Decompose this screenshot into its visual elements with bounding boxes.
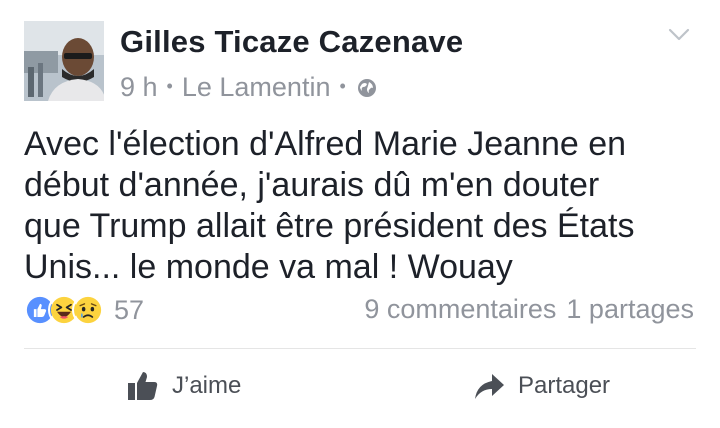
comments-count-link[interactable]: 9 commentaires [364,294,556,325]
meta-separator: • [339,76,346,96]
facebook-post: Gilles Ticaze Cazenave 9 h • Le Lamentin… [0,0,720,428]
reaction-count: 57 [114,294,145,325]
share-arrow-icon [475,374,504,399]
like-button[interactable]: J’aime [126,366,241,406]
sad-icon [72,294,104,326]
thumbs-up-icon [128,372,158,400]
engagement-counts: 9 commentaires 1 partages [364,294,694,325]
meta-separator: • [166,76,173,96]
post-meta: 9 h • Le Lamentin • [120,72,377,103]
post-location[interactable]: Le Lamentin [182,72,331,103]
like-label: J’aime [172,372,242,399]
avatar[interactable] [24,21,104,101]
divider [24,348,696,349]
reactions-summary[interactable]: 57 [24,292,144,328]
share-button[interactable]: Partager [472,366,610,406]
author-name[interactable]: Gilles Ticaze Cazenave [120,24,463,60]
chevron-down-icon[interactable] [668,28,690,42]
share-label: Partager [518,372,611,399]
globe-icon[interactable] [357,78,377,98]
post-timestamp[interactable]: 9 h [120,72,158,103]
post-message: Avec l'élection d'Alfred Marie Jeanne en… [24,125,635,286]
shares-count-link[interactable]: 1 partages [566,294,694,325]
